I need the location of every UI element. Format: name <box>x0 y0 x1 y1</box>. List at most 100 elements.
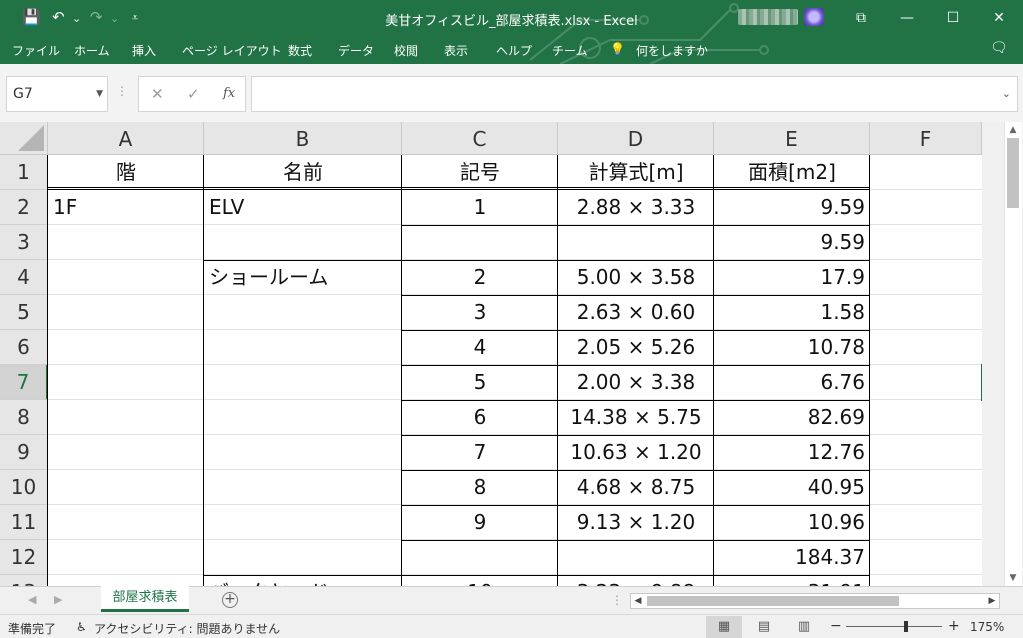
tab-file[interactable]: ファイル <box>12 42 60 59</box>
row-header-8[interactable]: 8 <box>0 400 48 435</box>
cell-b2[interactable]: ELV <box>204 190 402 225</box>
cell-c4[interactable]: 2 <box>402 260 558 295</box>
chevron-down-icon[interactable]: ▼ <box>96 89 103 99</box>
tab-review[interactable]: 校閲 <box>394 42 418 59</box>
vertical-scrollbar[interactable]: ▲ ▼ <box>982 122 1023 586</box>
row-header-11[interactable]: 11 <box>0 505 48 540</box>
sheet-next-icon[interactable]: ▶ <box>54 593 62 606</box>
column-header-c[interactable]: C <box>402 122 558 155</box>
row-header-1[interactable]: 1 <box>0 155 48 190</box>
cell-c7[interactable]: 5 <box>402 365 558 400</box>
tab-insert[interactable]: 挿入 <box>132 42 156 59</box>
cell-e6[interactable]: 10.78 <box>714 330 870 365</box>
close-button[interactable]: ✕ <box>976 0 1022 36</box>
scroll-down-icon[interactable]: ▼ <box>1005 570 1021 586</box>
cell-e13[interactable]: 31.91 <box>714 575 870 586</box>
zoom-out-button[interactable]: − <box>830 618 842 634</box>
scrollbar-thumb[interactable] <box>1007 138 1019 208</box>
cell-d9[interactable]: 10.63 × 1.20 <box>558 435 714 470</box>
zoom-level[interactable]: 175% <box>970 620 1004 634</box>
scroll-left-icon[interactable]: ◀ <box>631 594 645 608</box>
cell-a1[interactable]: 階 <box>48 155 204 190</box>
cell-e10[interactable]: 40.95 <box>714 470 870 505</box>
formula-input[interactable]: ⌄ <box>251 76 1018 112</box>
cancel-icon[interactable]: ✕ <box>151 85 164 103</box>
tab-team[interactable]: チーム <box>552 42 588 59</box>
cell-c9[interactable]: 7 <box>402 435 558 470</box>
cell-b13[interactable]: バックヤード <box>204 575 402 586</box>
insert-function-icon[interactable]: fx <box>223 86 235 101</box>
enter-icon[interactable]: ✓ <box>187 85 200 103</box>
worksheet-grid[interactable]: ABCDEF 12345678910111213 階名前記号計算式[m]面積[m… <box>0 122 982 586</box>
horizontal-scrollbar[interactable]: ◀ ▶ <box>630 593 1000 609</box>
select-all-button[interactable] <box>0 122 48 155</box>
row-header-10[interactable]: 10 <box>0 470 48 505</box>
cell-a2[interactable]: 1F <box>48 190 204 225</box>
column-header-a[interactable]: A <box>48 122 204 155</box>
cell-b4[interactable]: ショールーム <box>204 260 402 295</box>
comments-icon[interactable]: 🗨 <box>990 40 1008 56</box>
scroll-right-icon[interactable]: ▶ <box>985 594 999 608</box>
cell-e12[interactable]: 184.37 <box>714 540 870 575</box>
sheet-prev-icon[interactable]: ◀ <box>28 593 36 606</box>
cell-d1[interactable]: 計算式[m] <box>558 155 714 190</box>
add-sheet-icon[interactable]: + <box>222 592 238 608</box>
tab-help[interactable]: ヘルプ <box>496 42 532 59</box>
row-header-2[interactable]: 2 <box>0 190 48 225</box>
cell-d8[interactable]: 14.38 × 5.75 <box>558 400 714 435</box>
cell-c11[interactable]: 9 <box>402 505 558 540</box>
row-header-9[interactable]: 9 <box>0 435 48 470</box>
cell-c2[interactable]: 1 <box>402 190 558 225</box>
page-layout-view-icon[interactable]: ▤ <box>746 616 782 638</box>
cell-c10[interactable]: 8 <box>402 470 558 505</box>
column-header-b[interactable]: B <box>204 122 402 155</box>
cell-d4[interactable]: 5.00 × 3.58 <box>558 260 714 295</box>
tab-formulas[interactable]: 数式 <box>288 42 312 59</box>
cell-d10[interactable]: 4.68 × 8.75 <box>558 470 714 505</box>
cell-c8[interactable]: 6 <box>402 400 558 435</box>
cell-e8[interactable]: 82.69 <box>714 400 870 435</box>
cell-e5[interactable]: 1.58 <box>714 295 870 330</box>
cell-d2[interactable]: 2.88 × 3.33 <box>558 190 714 225</box>
cell-d5[interactable]: 2.63 × 0.60 <box>558 295 714 330</box>
expand-formula-bar-icon[interactable]: ⌄ <box>1002 87 1011 100</box>
minimize-button[interactable]: — <box>884 0 930 36</box>
row-header-7[interactable]: 7 <box>0 365 48 400</box>
tab-data[interactable]: データ <box>338 42 374 59</box>
row-header-5[interactable]: 5 <box>0 295 48 330</box>
ribbon-display-options-icon[interactable]: ⧉ <box>838 0 884 36</box>
sheet-tab-active[interactable]: 部屋求積表 <box>101 586 189 612</box>
cell-d6[interactable]: 2.05 × 5.26 <box>558 330 714 365</box>
column-header-e[interactable]: E <box>714 122 870 155</box>
cell-d11[interactable]: 9.13 × 1.20 <box>558 505 714 540</box>
row-header-4[interactable]: 4 <box>0 260 48 295</box>
restore-button[interactable]: ☐ <box>930 0 976 36</box>
tab-home[interactable]: ホーム <box>74 42 110 59</box>
avatar[interactable] <box>804 8 824 26</box>
cell-c13[interactable]: 10 <box>402 575 558 586</box>
accessibility-status[interactable]: アクセシビリティ: 問題ありません <box>94 620 280 637</box>
column-header-d[interactable]: D <box>558 122 714 155</box>
scroll-up-icon[interactable]: ▲ <box>1005 122 1021 138</box>
column-header-f[interactable]: F <box>870 122 982 155</box>
cell-e4[interactable]: 17.9 <box>714 260 870 295</box>
cell-e1[interactable]: 面積[m2] <box>714 155 870 190</box>
cell-d13[interactable]: 3.23 × 9.88 <box>558 575 714 586</box>
cell-c6[interactable]: 4 <box>402 330 558 365</box>
accessibility-icon[interactable]: ♿ <box>76 620 87 634</box>
cell-e11[interactable]: 10.96 <box>714 505 870 540</box>
row-header-3[interactable]: 3 <box>0 225 48 260</box>
horizontal-scrollbar-thumb[interactable] <box>647 596 899 606</box>
normal-view-icon[interactable]: ▦ <box>706 616 742 638</box>
cell-b1[interactable]: 名前 <box>204 155 402 190</box>
zoom-in-button[interactable]: + <box>948 618 960 634</box>
tab-split-handle[interactable]: ⋮ <box>611 593 623 607</box>
tab-page-layout[interactable]: ページ レイアウト <box>182 42 282 59</box>
zoom-slider-knob[interactable] <box>904 621 908 632</box>
cell-e3[interactable]: 9.59 <box>714 225 870 260</box>
cell-c1[interactable]: 記号 <box>402 155 558 190</box>
tell-me-search[interactable]: 何をしますか <box>636 42 708 59</box>
row-header-13[interactable]: 13 <box>0 575 48 586</box>
row-header-12[interactable]: 12 <box>0 540 48 575</box>
lightbulb-icon[interactable]: 💡 <box>610 42 625 56</box>
